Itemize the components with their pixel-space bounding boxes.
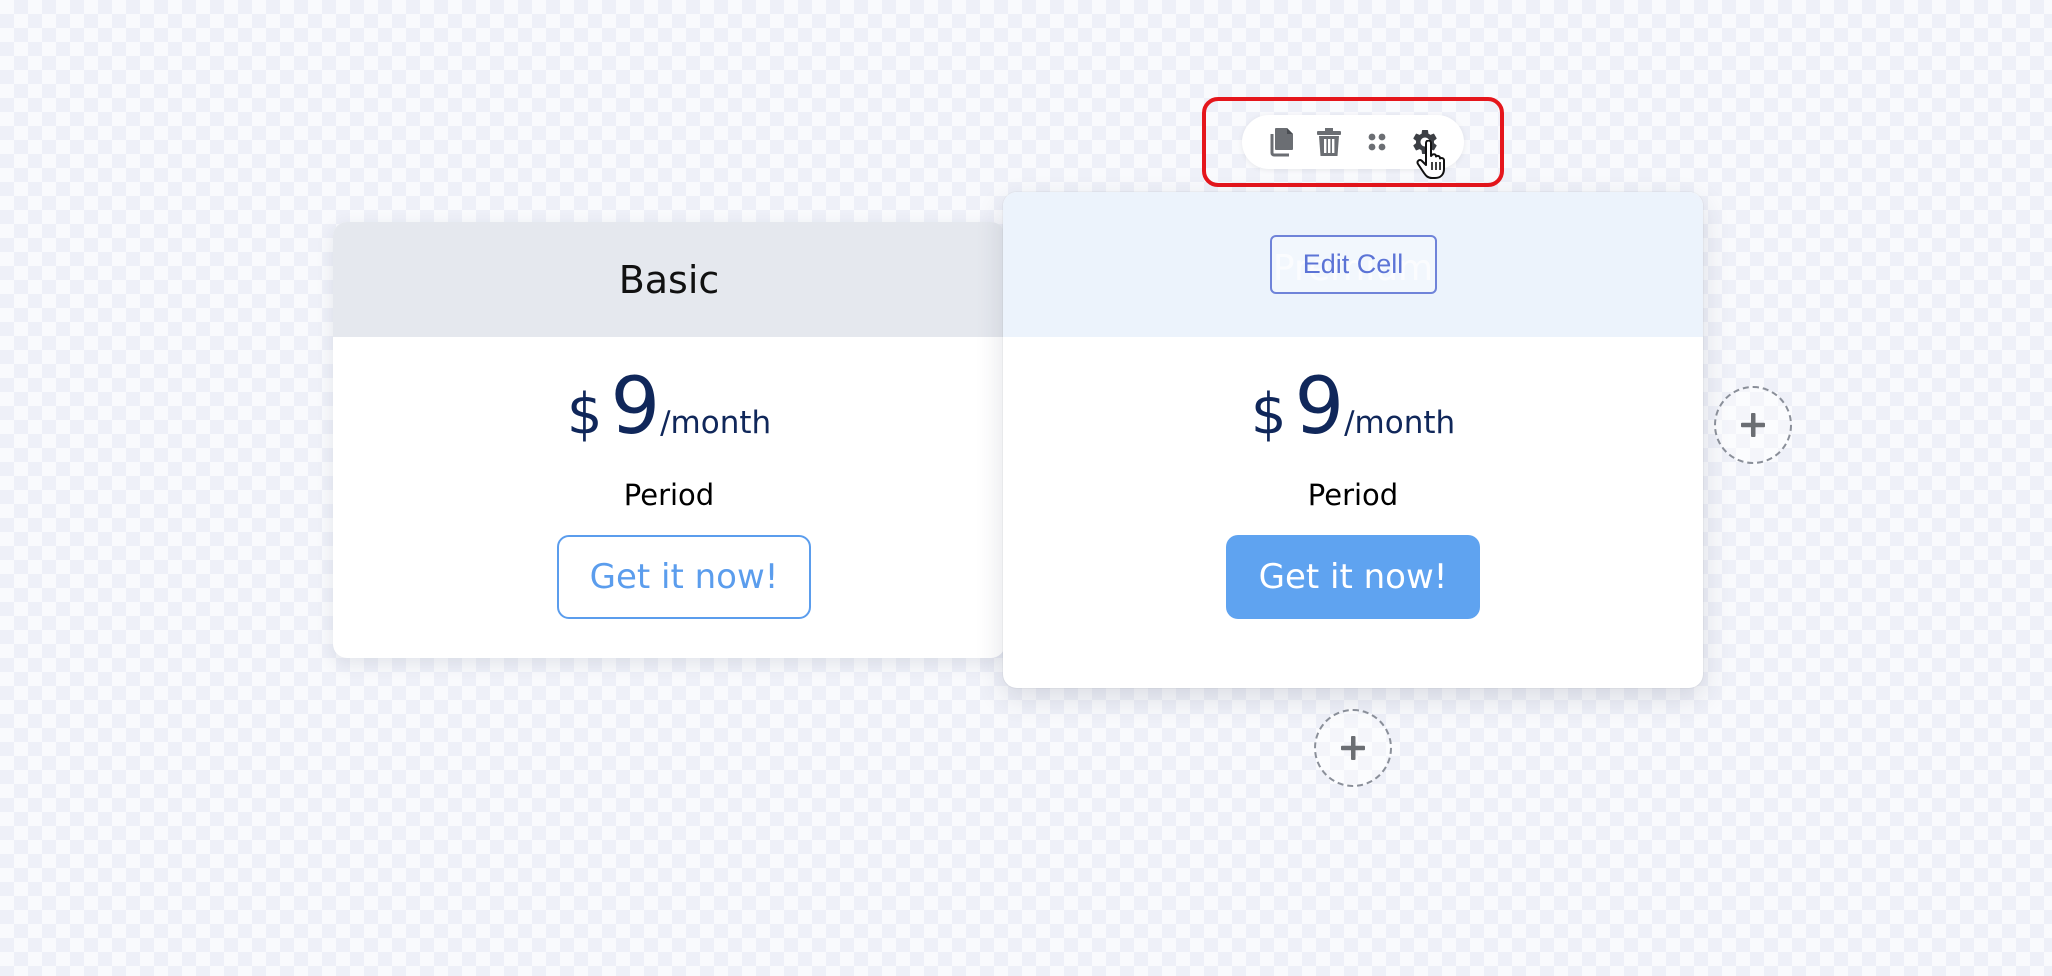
price: $ 9 /month [1003,362,1703,452]
plus-icon [1741,413,1765,437]
drag-button[interactable] [1362,125,1392,159]
price-period: /month [1344,405,1456,441]
get-it-now-button[interactable]: Get it now! [557,535,811,619]
pricing-card-basic[interactable]: Basic $ 9 /month Period Get it now! [333,222,1005,658]
add-row-button[interactable] [1314,709,1392,787]
card-header: Basic [333,222,1005,337]
copy-button[interactable] [1266,125,1296,159]
plan-title: Basic [618,257,720,302]
drag-handle-icon [1368,133,1386,151]
trash-icon [1317,128,1341,156]
price: $ 9 /month [333,362,1005,452]
period-label: Period [1307,478,1399,512]
price-value: 9 [610,362,661,452]
card-header: Premium Edit Cell [1003,192,1703,337]
add-column-button[interactable] [1714,386,1792,464]
get-it-now-button[interactable]: Get it now! [1226,535,1480,619]
period-label: Period [623,478,715,512]
price-currency: $ [566,382,603,447]
copy-icon [1270,128,1293,157]
delete-button[interactable] [1314,125,1344,159]
plus-icon [1341,736,1365,760]
pricing-card-premium[interactable]: Premium Edit Cell $ 9 /month Period Get … [1003,192,1703,688]
price-period: /month [660,405,772,441]
edit-cell-button[interactable]: Edit Cell [1269,235,1437,294]
price-currency: $ [1250,382,1287,447]
price-value: 9 [1294,362,1345,452]
hand-cursor-icon [1416,140,1445,179]
